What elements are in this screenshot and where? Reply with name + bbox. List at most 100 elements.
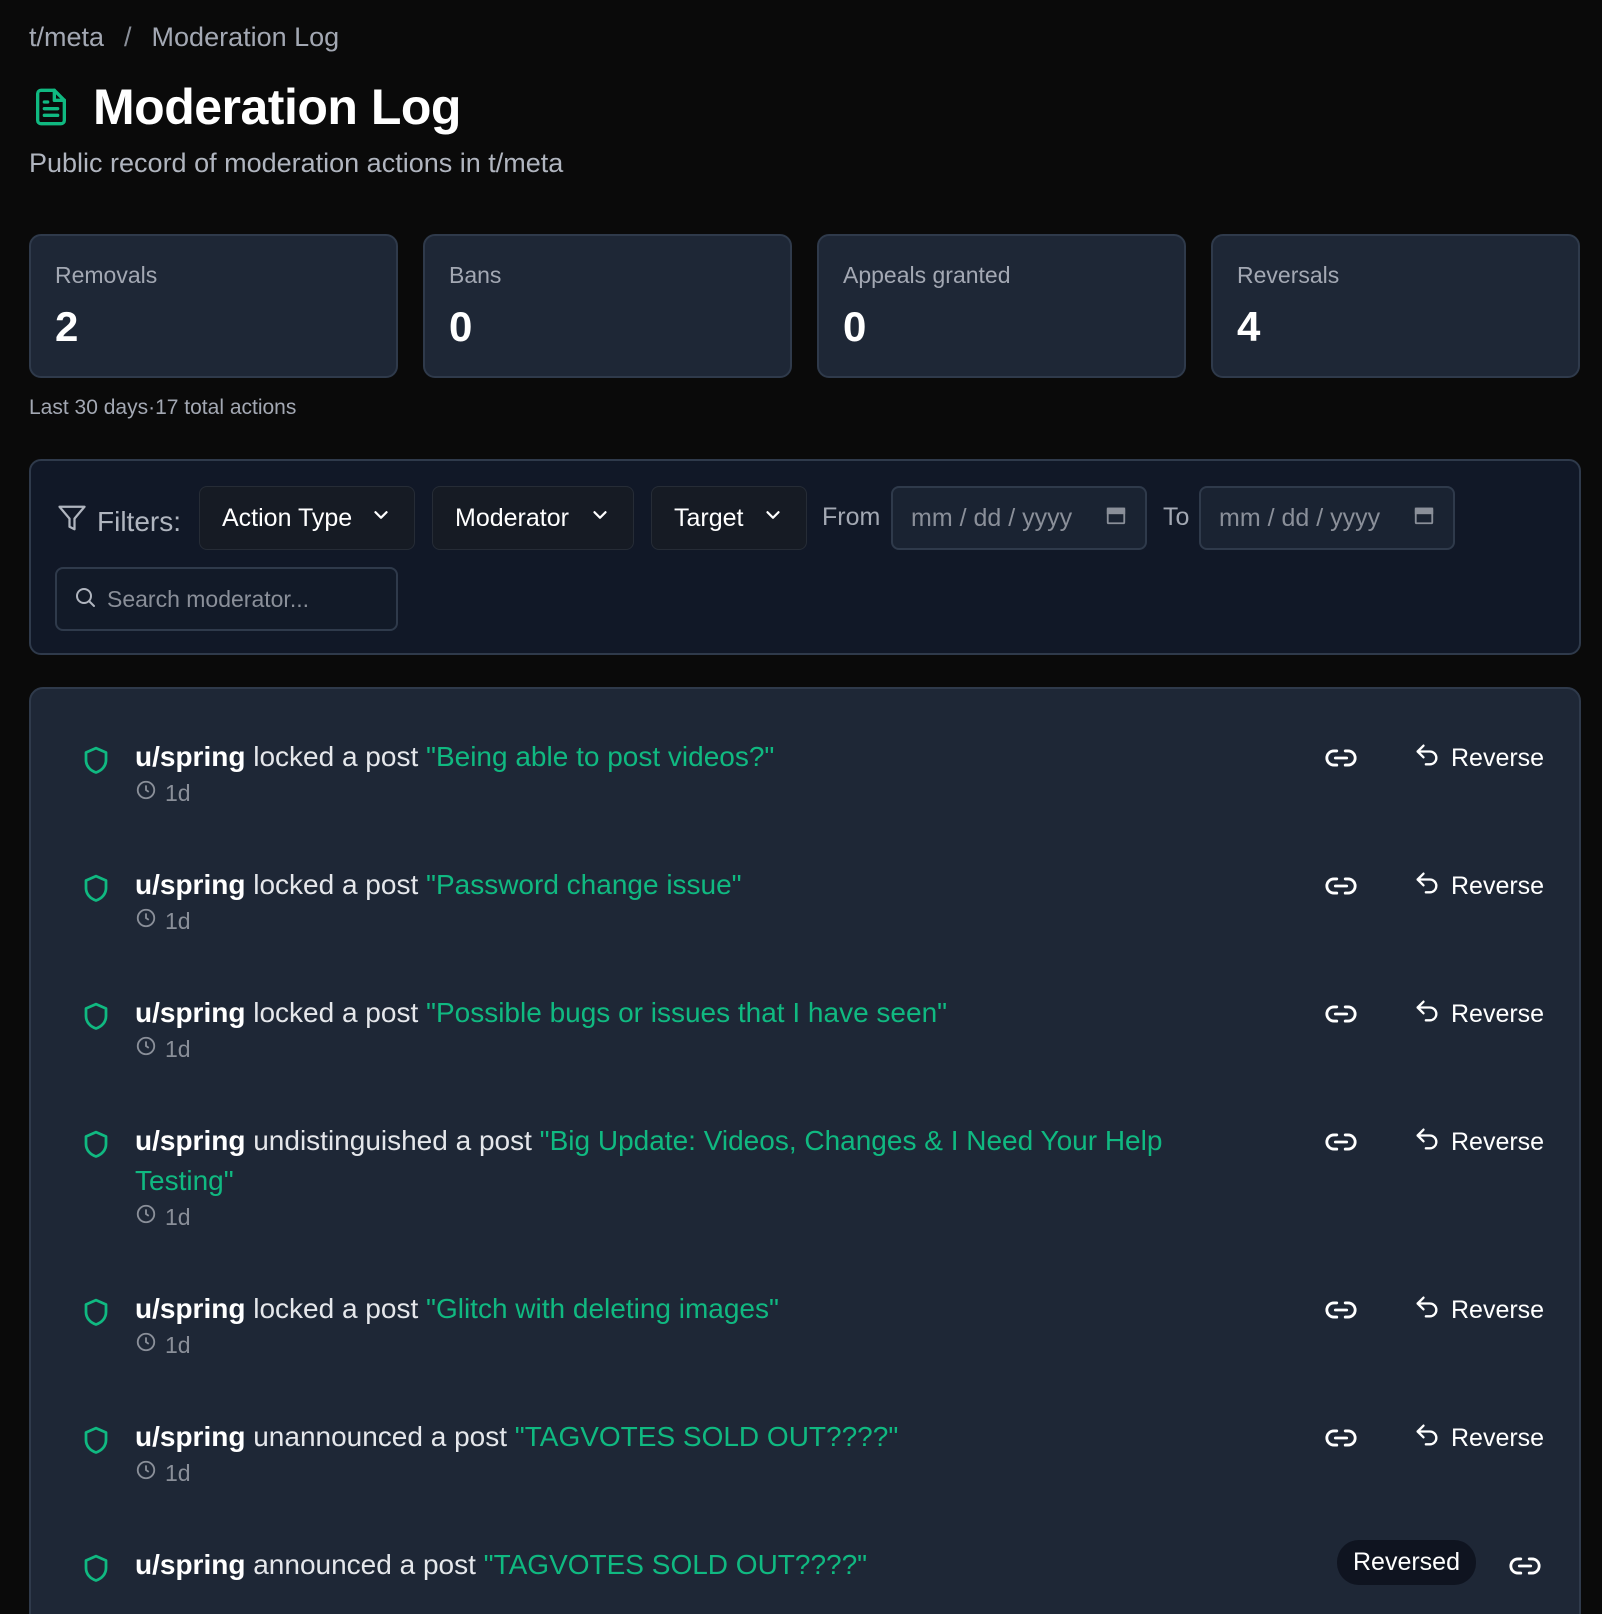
entry-time-text: 1d	[165, 1331, 191, 1358]
document-icon	[29, 82, 73, 132]
undo-icon	[1413, 1421, 1441, 1456]
clock-icon	[135, 1459, 157, 1487]
undo-icon	[1413, 741, 1441, 776]
reverse-label: Reverse	[1451, 1296, 1545, 1324]
filters-label-text: Filters:	[97, 505, 181, 537]
stat-label: Reversals	[1237, 262, 1340, 288]
to-date-input[interactable]: mm / dd / yyyy	[1199, 486, 1455, 550]
breadcrumb-separator: /	[124, 22, 132, 52]
from-date-input[interactable]: mm / dd / yyyy	[891, 486, 1147, 550]
reverse-button[interactable]: Reverse	[1413, 741, 1544, 776]
stat-value: 2	[55, 303, 79, 350]
shield-icon	[81, 1423, 111, 1457]
undo-icon	[1413, 869, 1441, 904]
entry-text: u/spring undistinguished a post "Big Upd…	[135, 1121, 1195, 1201]
link-icon[interactable]	[1322, 871, 1360, 901]
reverse-button[interactable]: Reverse	[1413, 1421, 1544, 1456]
stat-label: Bans	[449, 262, 502, 288]
breadcrumb: t/meta / Moderation Log	[29, 22, 339, 53]
breadcrumb-current: Moderation Log	[151, 22, 340, 52]
entry-time-text: 1d	[165, 1035, 191, 1062]
entry-time-text: 1d	[165, 1203, 191, 1230]
reverse-button[interactable]: Reverse	[1413, 869, 1544, 904]
entry-time-text: 1d	[165, 779, 191, 806]
stats-row: Removals 2 Bans 0 Appeals granted 0 Reve…	[29, 234, 1580, 378]
link-icon[interactable]	[1322, 999, 1360, 1029]
entry-text: u/spring locked a post "Being able to po…	[135, 737, 1195, 777]
chevron-down-icon	[762, 504, 784, 533]
summary-text: Last 30 days·17 total actions	[29, 396, 296, 420]
filter-icon	[57, 503, 87, 540]
to-date-placeholder: mm / dd / yyyy	[1219, 503, 1381, 532]
target-link[interactable]: "TAGVOTES SOLD OUT????"	[484, 1549, 867, 1580]
shield-icon	[81, 1127, 111, 1161]
link-icon[interactable]	[1322, 1295, 1360, 1325]
moderator-name[interactable]: u/spring	[135, 997, 245, 1028]
stat-label: Removals	[55, 262, 158, 288]
reverse-label: Reverse	[1451, 872, 1545, 900]
undo-icon	[1413, 997, 1441, 1032]
target-label: Target	[674, 503, 744, 532]
entry-action: locked a post	[245, 1293, 427, 1324]
reverse-label: Reverse	[1451, 1128, 1545, 1156]
entry-action: locked a post	[245, 869, 427, 900]
link-icon[interactable]	[1322, 1423, 1360, 1453]
reverse-label: Reverse	[1451, 1000, 1545, 1028]
calendar-icon[interactable]	[1413, 504, 1435, 533]
target-link[interactable]: "Glitch with deleting images"	[426, 1293, 779, 1324]
entry-text: u/spring locked a post "Possible bugs or…	[135, 993, 1195, 1033]
search-moderator-input[interactable]	[107, 585, 387, 613]
stat-card-bans: Bans 0	[423, 234, 792, 378]
search-icon	[73, 585, 97, 614]
breadcrumb-community[interactable]: t/meta	[29, 22, 104, 53]
moderator-dropdown[interactable]: Moderator	[432, 486, 634, 550]
reverse-button[interactable]: Reverse	[1413, 1125, 1544, 1160]
entry-time: 1d	[135, 1203, 191, 1231]
link-icon[interactable]	[1322, 743, 1360, 773]
entry-action: announced a post	[245, 1549, 484, 1580]
entry-time: 1d	[135, 1459, 191, 1487]
shield-icon	[81, 743, 111, 777]
moderator-name[interactable]: u/spring	[135, 1293, 245, 1324]
stat-card-reversals: Reversals 4	[1211, 234, 1580, 378]
link-icon[interactable]	[1322, 1127, 1360, 1157]
calendar-icon[interactable]	[1105, 504, 1127, 533]
summary-total: 17 total actions	[155, 396, 297, 419]
target-link[interactable]: "TAGVOTES SOLD OUT????"	[515, 1421, 898, 1452]
entry-action: unannounced a post	[245, 1421, 515, 1452]
moderator-name[interactable]: u/spring	[135, 1549, 245, 1580]
undo-icon	[1413, 1293, 1441, 1328]
action-type-dropdown[interactable]: Action Type	[199, 486, 415, 550]
entry-action: locked a post	[245, 741, 427, 772]
target-link[interactable]: "Being able to post videos?"	[426, 741, 774, 772]
entry-text: u/spring locked a post "Glitch with dele…	[135, 1289, 1195, 1329]
target-link[interactable]: "Password change issue"	[426, 869, 742, 900]
title-row: Moderation Log	[29, 78, 461, 136]
reverse-button[interactable]: Reverse	[1413, 997, 1544, 1032]
reverse-button[interactable]: Reverse	[1413, 1293, 1544, 1328]
moderator-name[interactable]: u/spring	[135, 1125, 245, 1156]
from-label: From	[822, 503, 881, 531]
moderator-name[interactable]: u/spring	[135, 741, 245, 772]
to-label: To	[1163, 503, 1190, 531]
entry-action: undistinguished a post	[245, 1125, 540, 1156]
page-subtitle: Public record of moderation actions in t…	[29, 148, 564, 178]
clock-icon	[135, 907, 157, 935]
moderator-name[interactable]: u/spring	[135, 869, 245, 900]
target-dropdown[interactable]: Target	[651, 486, 807, 550]
entry-text: u/spring announced a post "TAGVOTES SOLD…	[135, 1545, 1195, 1585]
clock-icon	[135, 779, 157, 807]
chevron-down-icon	[370, 504, 392, 533]
clock-icon	[135, 1331, 157, 1359]
link-icon[interactable]	[1506, 1551, 1544, 1581]
moderator-search[interactable]	[55, 567, 398, 631]
shield-icon	[81, 999, 111, 1033]
stat-card-removals: Removals 2	[29, 234, 398, 378]
chevron-down-icon	[589, 504, 611, 533]
moderator-name[interactable]: u/spring	[135, 1421, 245, 1452]
target-link[interactable]: "Possible bugs or issues that I have see…	[426, 997, 947, 1028]
reverse-label: Reverse	[1451, 744, 1545, 772]
moderator-label: Moderator	[455, 503, 569, 532]
action-type-label: Action Type	[222, 503, 353, 532]
filters-label: Filters:	[57, 503, 181, 540]
